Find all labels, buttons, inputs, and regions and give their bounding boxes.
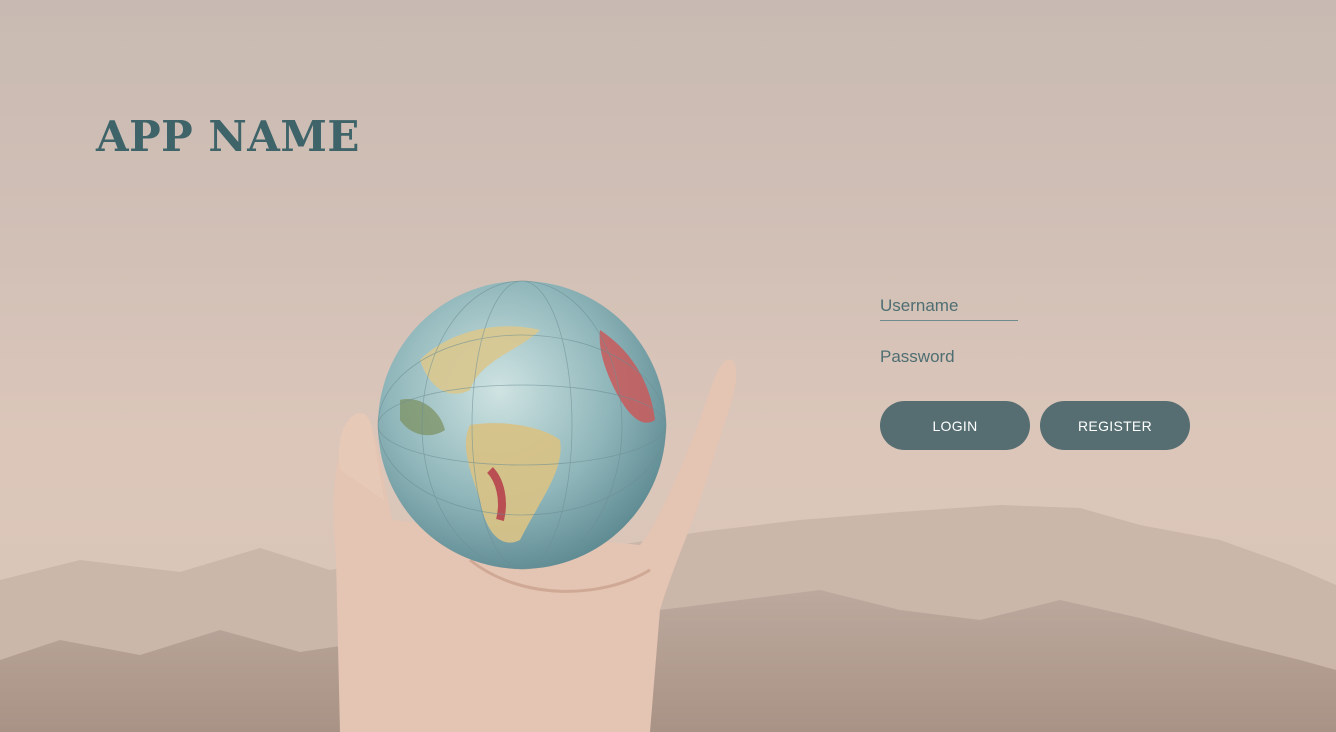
app-title: APP NAME [96, 112, 360, 161]
password-field[interactable] [880, 341, 1018, 371]
button-row: LOGIN REGISTER [880, 401, 1200, 450]
login-button[interactable]: LOGIN [880, 401, 1030, 450]
register-button[interactable]: REGISTER [1040, 401, 1190, 450]
username-field[interactable] [880, 290, 1018, 321]
login-form: LOGIN REGISTER [880, 290, 1200, 450]
